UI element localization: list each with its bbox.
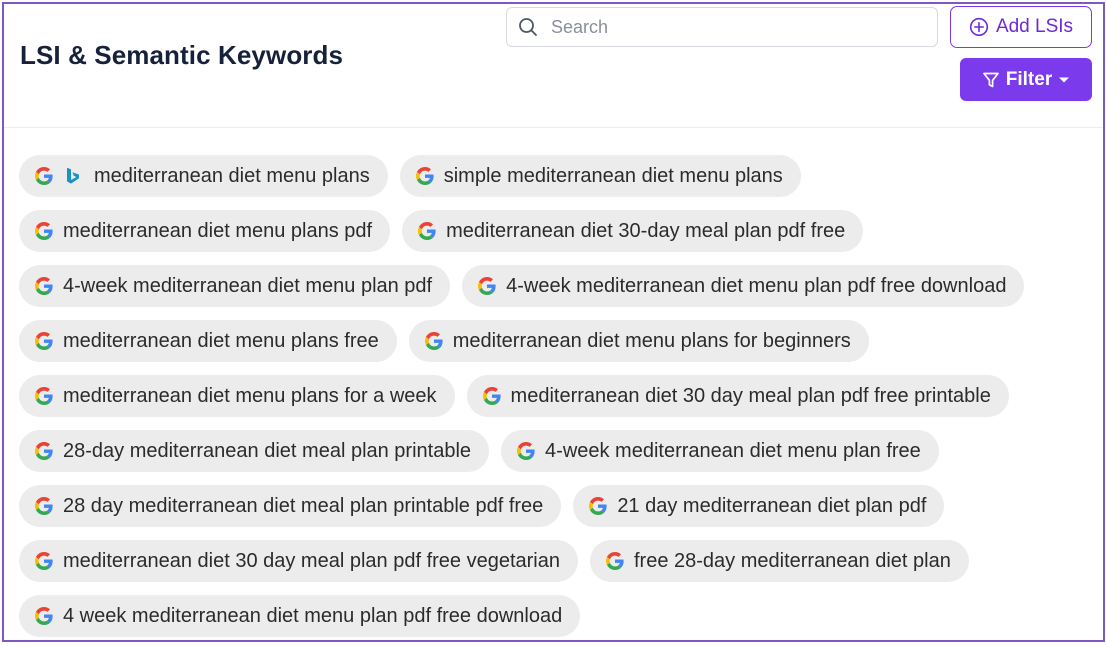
search-input[interactable] — [551, 16, 911, 38]
panel-header: LSI & Semantic Keywords Add LSIs — [4, 4, 1103, 128]
google-icon — [35, 222, 53, 240]
google-icon — [35, 552, 53, 570]
keyword-chip-list: mediterranean diet menu plans simple medi… — [19, 155, 1089, 637]
plus-circle-icon — [969, 17, 989, 37]
google-icon — [482, 387, 501, 405]
keyword-chip[interactable]: 4-week mediterranean diet menu plan free — [501, 430, 939, 472]
keyword-chip[interactable]: free 28-day mediterranean diet plan — [589, 540, 969, 582]
lsi-keywords-panel: LSI & Semantic Keywords Add LSIs — [2, 2, 1105, 642]
google-icon — [589, 497, 607, 515]
google-icon — [424, 332, 443, 350]
filter-icon — [982, 71, 1000, 89]
keyword-chip[interactable]: 28-day mediterranean diet meal plan prin… — [19, 430, 490, 472]
keyword-text: mediterranean diet menu plans for beginn… — [452, 329, 851, 352]
keyword-chip[interactable]: mediterranean diet 30-day meal plan pdf … — [402, 210, 864, 252]
keyword-text: 28 day mediterranean diet meal plan prin… — [63, 494, 544, 517]
keyword-text: mediterranean diet menu plans pdf — [63, 219, 373, 242]
keyword-chip[interactable]: 28 day mediterranean diet meal plan prin… — [19, 485, 562, 527]
google-icon — [35, 497, 53, 515]
page-title: LSI & Semantic Keywords — [20, 40, 344, 70]
keyword-chip[interactable]: 21 day mediterranean diet plan pdf — [573, 485, 945, 527]
keyword-chip[interactable]: mediterranean diet menu plans — [19, 155, 388, 197]
keyword-text: 4-week mediterranean diet menu plan pdf … — [506, 274, 1007, 297]
keyword-text: mediterranean diet 30 day meal plan pdf … — [510, 384, 991, 407]
keyword-text: mediterranean diet 30 day meal plan pdf … — [63, 549, 560, 572]
google-icon — [35, 332, 53, 350]
search-icon — [517, 16, 539, 38]
google-icon — [35, 277, 53, 295]
keyword-chip[interactable]: mediterranean diet menu plans pdf — [19, 210, 391, 252]
keyword-chip[interactable]: mediterranean diet menu plans for a week — [19, 375, 455, 417]
filter-button[interactable]: Filter — [960, 58, 1092, 101]
keyword-chip[interactable]: mediterranean diet 30 day meal plan pdf … — [466, 375, 1009, 417]
add-lsis-button[interactable]: Add LSIs — [950, 6, 1092, 48]
keyword-chip[interactable]: mediterranean diet menu plans for beginn… — [408, 320, 869, 362]
keyword-text: mediterranean diet menu plans free — [63, 329, 379, 352]
keyword-text: 4-week mediterranean diet menu plan pdf — [63, 274, 433, 297]
keyword-text: simple mediterranean diet menu plans — [443, 164, 783, 187]
keyword-text: mediterranean diet 30-day meal plan pdf … — [446, 219, 846, 242]
add-lsis-label: Add LSIs — [995, 16, 1074, 37]
keyword-text: 28-day mediterranean diet meal plan prin… — [63, 439, 472, 462]
google-icon — [418, 222, 436, 240]
google-icon — [35, 607, 53, 625]
search-box[interactable] — [506, 7, 938, 47]
keyword-chip[interactable]: 4-week mediterranean diet menu plan pdf … — [462, 265, 1025, 307]
google-icon — [517, 442, 535, 460]
keyword-text: mediterranean diet menu plans — [94, 164, 370, 187]
caret-down-icon — [1058, 76, 1070, 84]
keyword-chip[interactable]: 4-week mediterranean diet menu plan pdf — [19, 265, 451, 307]
keyword-chip[interactable]: simple mediterranean diet menu plans — [399, 155, 801, 197]
google-icon — [415, 167, 434, 185]
google-icon — [478, 277, 496, 295]
keyword-text: mediterranean diet menu plans for a week — [63, 384, 437, 407]
keyword-chip[interactable]: mediterranean diet 30 day meal plan pdf … — [19, 540, 578, 582]
keyword-text: free 28-day mediterranean diet plan — [633, 549, 951, 572]
keyword-chip[interactable]: 4 week mediterranean diet menu plan pdf … — [19, 595, 581, 637]
google-icon — [35, 442, 53, 460]
google-icon — [605, 552, 624, 570]
keyword-chip[interactable]: mediterranean diet menu plans free — [19, 320, 397, 362]
keyword-text: 21 day mediterranean diet plan pdf — [617, 494, 927, 517]
google-icon — [35, 167, 53, 185]
keyword-text: 4 week mediterranean diet menu plan pdf … — [63, 604, 563, 627]
bing-icon — [66, 167, 80, 185]
keyword-text: 4-week mediterranean diet menu plan free — [545, 439, 921, 462]
google-icon — [35, 387, 53, 405]
filter-label: Filter — [1005, 68, 1053, 90]
